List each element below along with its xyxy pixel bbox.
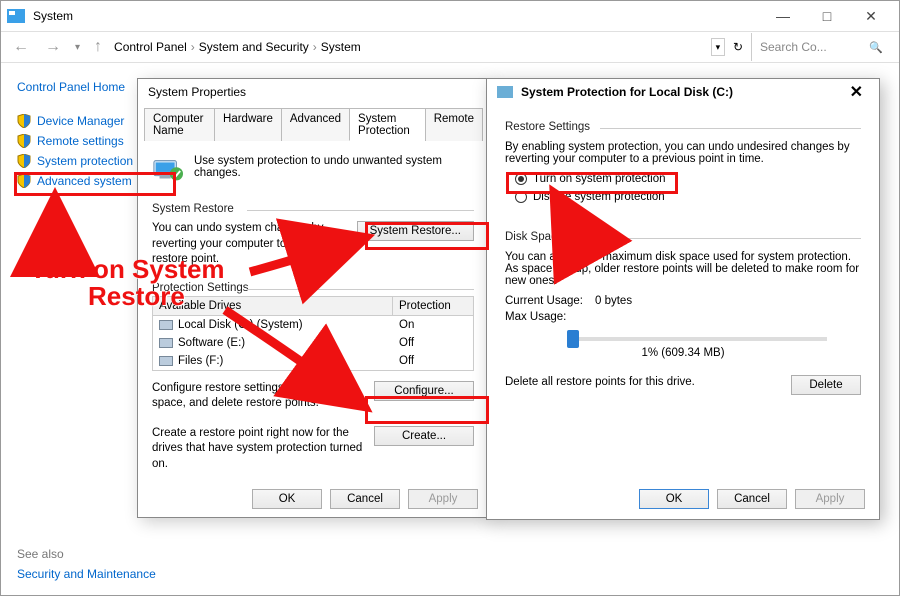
radio-icon xyxy=(515,191,527,203)
address-dropdown[interactable]: ▾ xyxy=(711,38,725,56)
max-usage-label: Max Usage: xyxy=(505,311,587,323)
shield-icon xyxy=(17,114,31,128)
tab-remote[interactable]: Remote xyxy=(425,108,483,141)
title-bar: System — □ ✕ xyxy=(1,1,899,31)
group-protection-settings: Protection Settings xyxy=(152,282,474,294)
max-usage-slider[interactable] xyxy=(567,337,827,341)
delete-description: Delete all restore points for this drive… xyxy=(505,375,783,391)
drives-header-name: Available Drives xyxy=(153,297,393,315)
shield-icon xyxy=(17,154,31,168)
system-restore-button[interactable]: System Restore... xyxy=(357,221,474,241)
breadcrumb-item[interactable]: Control Panel xyxy=(114,40,187,54)
table-row[interactable]: Files (F:) Off xyxy=(153,352,473,370)
drive-icon xyxy=(159,338,173,348)
search-input[interactable]: Search Co... 🔍 xyxy=(751,33,891,61)
breadcrumb-item[interactable]: System and Security xyxy=(199,40,309,54)
shield-icon xyxy=(17,134,31,148)
dialog-title-text: System Protection for Local Disk (C:) xyxy=(521,85,733,99)
sidebar-item-label: Remote settings xyxy=(37,134,124,148)
restore-description: You can undo system changes by reverting… xyxy=(152,221,349,268)
apply-button[interactable]: Apply xyxy=(408,489,478,509)
breadcrumb-item[interactable]: System xyxy=(321,40,361,54)
close-button[interactable]: ✕ xyxy=(849,2,893,30)
slider-thumb-icon[interactable] xyxy=(567,330,579,348)
refresh-button[interactable]: ↻ xyxy=(733,40,743,54)
intro-text: Use system protection to undo unwanted s… xyxy=(194,155,474,179)
see-also-label: See also xyxy=(17,547,64,561)
drive-icon xyxy=(159,320,173,330)
sidebar-item-label: System protection xyxy=(37,154,133,168)
system-properties-dialog: System Properties Computer Name Hardware… xyxy=(137,78,489,518)
tab-advanced[interactable]: Advanced xyxy=(281,108,350,141)
create-description: Create a restore point right now for the… xyxy=(152,426,366,473)
back-button[interactable]: ← xyxy=(9,38,33,56)
system-icon xyxy=(7,9,25,23)
apply-button[interactable]: Apply xyxy=(795,489,865,509)
radio-label: Turn on system protection xyxy=(533,173,666,185)
group-system-restore: System Restore xyxy=(152,203,474,215)
configure-description: Configure restore settings, manage disk … xyxy=(152,381,366,412)
see-also-link[interactable]: Security and Maintenance xyxy=(17,567,156,581)
tab-hardware[interactable]: Hardware xyxy=(214,108,282,141)
breadcrumb[interactable]: Control Panel› System and Security› Syst… xyxy=(114,40,703,54)
window-title: System xyxy=(33,9,761,23)
radio-label: Disable system protection xyxy=(533,191,665,203)
cancel-button[interactable]: Cancel xyxy=(717,489,787,509)
tab-system-protection[interactable]: System Protection xyxy=(349,108,426,141)
group-restore-settings: Restore Settings xyxy=(505,121,861,133)
sidebar-item-label: Advanced system xyxy=(37,174,132,188)
up-button[interactable]: ↑ xyxy=(90,38,106,56)
minimize-button[interactable]: — xyxy=(761,2,805,30)
radio-icon xyxy=(515,173,527,185)
sidebar-item-label: Device Manager xyxy=(37,114,124,128)
cancel-button[interactable]: Cancel xyxy=(330,489,400,509)
current-usage-value: 0 bytes xyxy=(595,295,632,307)
disk-space-description: You can adjust the maximum disk space us… xyxy=(505,251,861,287)
ok-button[interactable]: OK xyxy=(252,489,322,509)
delete-button[interactable]: Delete xyxy=(791,375,861,395)
tab-strip: Computer Name Hardware Advanced System P… xyxy=(144,107,482,141)
table-row[interactable]: Local Disk (C:) (System) On xyxy=(153,316,473,334)
ok-button[interactable]: OK xyxy=(639,489,709,509)
current-usage-label: Current Usage: xyxy=(505,295,587,307)
restore-settings-description: By enabling system protection, you can u… xyxy=(505,141,861,165)
dialog-title: System Properties xyxy=(138,79,488,105)
maximize-button[interactable]: □ xyxy=(805,2,849,30)
drives-table: Available Drives Protection Local Disk (… xyxy=(152,296,474,371)
radio-turn-on[interactable]: Turn on system protection xyxy=(515,173,861,185)
search-placeholder: Search Co... xyxy=(760,40,827,54)
address-bar: ← → ▾ ↑ Control Panel› System and Securi… xyxy=(1,31,899,63)
dialog-title-bar: System Protection for Local Disk (C:) ✕ xyxy=(487,79,879,105)
group-disk-space-usage: Disk Space Usage xyxy=(505,231,861,243)
create-button[interactable]: Create... xyxy=(374,426,474,446)
tab-computer-name[interactable]: Computer Name xyxy=(144,108,215,141)
system-protection-disk-dialog: System Protection for Local Disk (C:) ✕ … xyxy=(486,78,880,520)
close-button[interactable]: ✕ xyxy=(844,82,869,102)
search-icon: 🔍 xyxy=(869,41,883,54)
history-dropdown[interactable]: ▾ xyxy=(73,42,82,53)
forward-button[interactable]: → xyxy=(41,38,65,56)
system-protection-icon xyxy=(152,155,184,185)
radio-disable[interactable]: Disable system protection xyxy=(515,191,861,203)
configure-button[interactable]: Configure... xyxy=(374,381,474,401)
shield-icon xyxy=(17,174,31,188)
drive-icon xyxy=(497,86,513,98)
drives-header-protection: Protection xyxy=(393,297,473,315)
max-usage-readout: 1% (609.34 MB) xyxy=(505,347,861,359)
drive-icon xyxy=(159,356,173,366)
table-row[interactable]: Software (E:) Off xyxy=(153,334,473,352)
